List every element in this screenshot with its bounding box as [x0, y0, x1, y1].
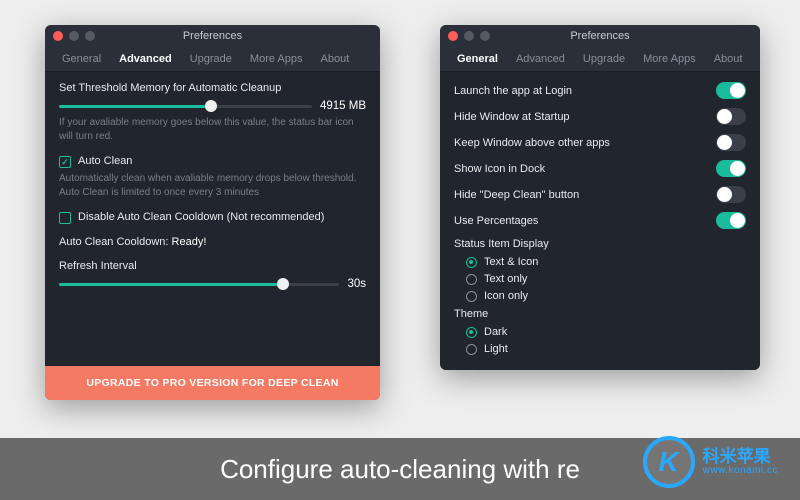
titlebar[interactable]: Preferences [440, 25, 760, 47]
tab-about[interactable]: About [705, 47, 752, 71]
threshold-label: Set Threshold Memory for Automatic Clean… [59, 82, 366, 94]
radio-label: Icon only [484, 290, 528, 302]
auto-clean-checkbox[interactable] [59, 156, 71, 168]
watermark-text: 科米苹果 www.konami.cc [703, 448, 778, 476]
preferences-window-general: Preferences General Advanced Upgrade Mor… [440, 25, 760, 370]
radio-row[interactable]: Text only [466, 273, 746, 285]
radio-icon[interactable] [466, 274, 477, 285]
toggle-row: Hide Window at Startup [454, 108, 746, 125]
threshold-hint: If your avaliable memory goes below this… [59, 116, 366, 143]
status-display-radios: Text & Icon Text only Icon only [466, 256, 746, 302]
traffic-lights [448, 31, 490, 41]
toggle-switch[interactable] [716, 160, 746, 177]
upgrade-button[interactable]: UPGRADE TO PRO VERSION FOR DEEP CLEAN [45, 366, 380, 400]
radio-label: Dark [484, 326, 507, 338]
radio-label: Light [484, 343, 508, 355]
radio-icon[interactable] [466, 291, 477, 302]
tab-more-apps[interactable]: More Apps [241, 47, 312, 71]
content-general: Launch the app at Login Hide Window at St… [440, 72, 760, 355]
tab-advanced[interactable]: Advanced [110, 47, 181, 71]
radio-label: Text & Icon [484, 256, 538, 268]
toggle-switch[interactable] [716, 212, 746, 229]
minimize-icon[interactable] [69, 31, 79, 41]
watermark-logo-icon: K [643, 436, 695, 488]
radio-icon[interactable] [466, 327, 477, 338]
content-advanced: Set Threshold Memory for Automatic Clean… [45, 72, 380, 290]
threshold-slider[interactable] [59, 100, 312, 112]
tab-general[interactable]: General [448, 47, 507, 71]
toggle-label: Keep Window above other apps [454, 137, 610, 149]
tab-upgrade[interactable]: Upgrade [574, 47, 634, 71]
zoom-icon[interactable] [85, 31, 95, 41]
toggle-row: Use Percentages [454, 212, 746, 229]
watermark-cn: 科米苹果 [703, 448, 778, 466]
theme-radios: Dark Light [466, 326, 746, 355]
titlebar[interactable]: Preferences [45, 25, 380, 47]
tab-about[interactable]: About [312, 47, 359, 71]
toggle-switch[interactable] [716, 82, 746, 99]
refresh-label: Refresh Interval [59, 260, 366, 272]
threshold-slider-row: 4915 MB [59, 100, 366, 112]
disable-cooldown-label: Disable Auto Clean Cooldown (Not recomme… [78, 211, 324, 223]
toggle-row: Show Icon in Dock [454, 160, 746, 177]
refresh-slider-row: 30s [59, 278, 366, 290]
traffic-lights [53, 31, 95, 41]
toggle-label: Launch the app at Login [454, 85, 572, 97]
tab-more-apps[interactable]: More Apps [634, 47, 705, 71]
auto-clean-row[interactable]: Auto Clean [59, 155, 366, 168]
radio-row[interactable]: Text & Icon [466, 256, 746, 268]
status-display-label: Status Item Display [454, 238, 746, 250]
cooldown-status: Auto Clean Cooldown: Ready! [59, 236, 366, 248]
watermark: K 科米苹果 www.konami.cc [643, 436, 778, 488]
toggle-switch[interactable] [716, 134, 746, 151]
tab-upgrade[interactable]: Upgrade [181, 47, 241, 71]
threshold-value: 4915 MB [320, 100, 366, 112]
toggle-label: Hide "Deep Clean" button [454, 189, 579, 201]
theme-label: Theme [454, 308, 746, 320]
toggle-label: Use Percentages [454, 215, 538, 227]
close-icon[interactable] [448, 31, 458, 41]
radio-row[interactable]: Icon only [466, 290, 746, 302]
radio-icon[interactable] [466, 344, 477, 355]
tab-advanced[interactable]: Advanced [507, 47, 574, 71]
cooldown-status-value: Ready! [172, 236, 207, 248]
radio-row[interactable]: Light [466, 343, 746, 355]
zoom-icon[interactable] [480, 31, 490, 41]
watermark-url: www.konami.cc [703, 466, 778, 477]
tabs: General Advanced Upgrade More Apps About [45, 47, 380, 72]
toggle-row: Launch the app at Login [454, 82, 746, 99]
radio-label: Text only [484, 273, 527, 285]
tabs: General Advanced Upgrade More Apps About [440, 47, 760, 72]
toggle-switch[interactable] [716, 108, 746, 125]
toggle-switch[interactable] [716, 186, 746, 203]
tab-general[interactable]: General [53, 47, 110, 71]
toggle-label: Hide Window at Startup [454, 111, 570, 123]
toggle-label: Show Icon in Dock [454, 163, 545, 175]
close-icon[interactable] [53, 31, 63, 41]
cooldown-status-label: Auto Clean Cooldown: [59, 236, 172, 248]
refresh-value: 30s [347, 278, 366, 290]
minimize-icon[interactable] [464, 31, 474, 41]
toggle-row: Hide "Deep Clean" button [454, 186, 746, 203]
caption-text: Configure auto-cleaning with re [220, 454, 580, 485]
radio-icon[interactable] [466, 257, 477, 268]
refresh-slider[interactable] [59, 278, 339, 290]
window-title: Preferences [45, 30, 380, 42]
toggle-row: Keep Window above other apps [454, 134, 746, 151]
auto-clean-hint: Automatically clean when avaliable memor… [59, 172, 366, 199]
auto-clean-label: Auto Clean [78, 155, 132, 167]
preferences-window-advanced: Preferences General Advanced Upgrade Mor… [45, 25, 380, 400]
disable-cooldown-row[interactable]: Disable Auto Clean Cooldown (Not recomme… [59, 211, 366, 224]
radio-row[interactable]: Dark [466, 326, 746, 338]
disable-cooldown-checkbox[interactable] [59, 212, 71, 224]
